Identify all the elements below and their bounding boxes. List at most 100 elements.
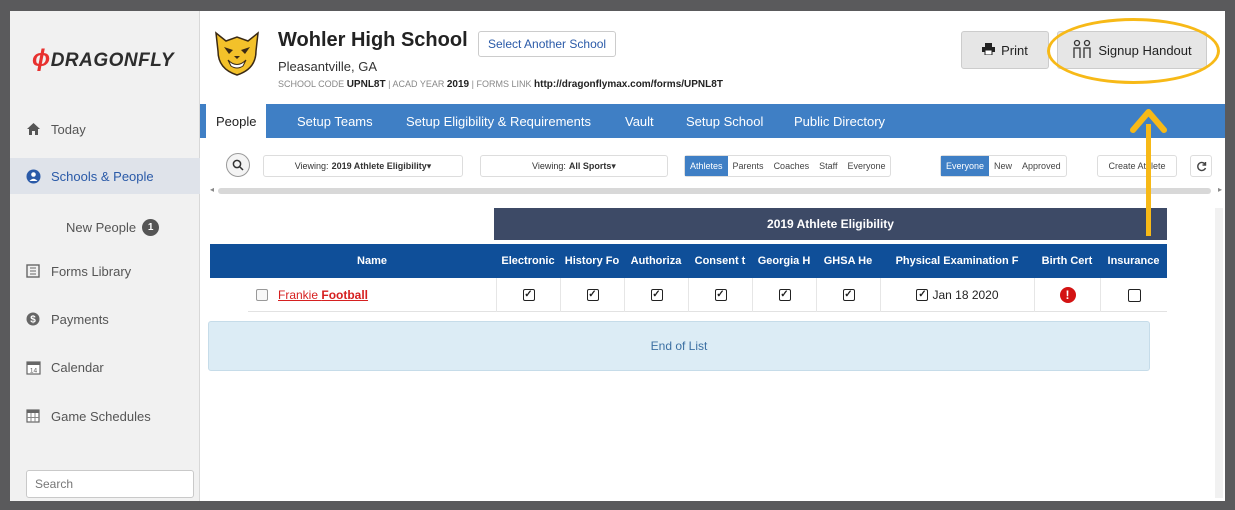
school-location: Pleasantville, GA — [278, 59, 377, 74]
school-meta-line: SCHOOL CODE UPNL8T | ACAD YEAR 2019 | FO… — [278, 79, 723, 90]
column-header-georgia[interactable]: Georgia H — [752, 244, 816, 278]
forms-link[interactable]: http://dragonflymax.com/forms/UPNL8T — [534, 79, 723, 90]
sidebar-item-game-schedules[interactable]: Game Schedules — [10, 398, 200, 434]
column-header-row: Name Electronic History Fo Authoriza Con… — [210, 244, 1167, 278]
svg-text:$: $ — [30, 315, 36, 326]
filter-everyone-status[interactable]: Everyone — [941, 156, 990, 176]
checked-box-icon: ✓ — [778, 289, 791, 301]
end-of-list-banner: End of List — [208, 321, 1150, 371]
tab-setup-school[interactable]: Setup School — [686, 104, 763, 138]
athlete-name-link[interactable]: Frankie Football — [278, 288, 368, 302]
refresh-icon[interactable] — [1190, 155, 1212, 177]
checked-box-icon: ✓ — [916, 289, 929, 301]
name-cell: Frankie Football — [248, 278, 496, 312]
sidebar: ϕDRAGONFLY Today Schools & People New Pe… — [10, 11, 200, 501]
printer-icon — [982, 42, 996, 58]
tab-public-directory[interactable]: Public Directory — [794, 104, 885, 138]
row-select-checkbox[interactable] — [256, 289, 268, 301]
insurance-cell[interactable] — [1100, 278, 1167, 312]
consent-cell[interactable]: ✓ — [688, 278, 752, 312]
filter-approved[interactable]: Approved — [1017, 156, 1066, 176]
column-header-physical[interactable]: Physical Examination F — [880, 244, 1034, 278]
new-people-count-badge: 1 — [142, 218, 160, 236]
checked-box-icon: ✓ — [586, 289, 599, 301]
main-tabs: People Setup Teams Setup Eligibility & R… — [200, 104, 1225, 138]
forms-icon — [25, 263, 41, 279]
column-header-history[interactable]: History Fo — [560, 244, 624, 278]
checked-box-icon: ✓ — [842, 289, 855, 301]
annotation-arrow-head — [1130, 109, 1167, 133]
sidebar-item-schools-people[interactable]: Schools & People — [10, 158, 200, 194]
sidebar-item-payments[interactable]: $ Payments — [10, 301, 200, 337]
school-code: UPNL8T — [346, 79, 386, 90]
tab-vault[interactable]: Vault — [625, 104, 654, 138]
sidebar-item-label: Today — [51, 121, 86, 137]
eligibility-view-dropdown[interactable]: Viewing: 2019 Athlete Eligibility ▾ — [263, 155, 463, 177]
physical-cell[interactable]: ✓ Jan 18 2020 — [880, 278, 1034, 312]
authorization-cell[interactable]: ✓ — [624, 278, 688, 312]
physical-date: Jan 18 2020 — [932, 288, 999, 302]
birth-cert-cell[interactable]: ! — [1034, 278, 1100, 312]
filter-parents[interactable]: Parents — [728, 156, 769, 176]
sidebar-item-label: Game Schedules — [51, 408, 151, 424]
tab-setup-teams[interactable]: Setup Teams — [297, 104, 373, 138]
column-header-name[interactable]: Name — [248, 244, 496, 278]
print-button[interactable]: Print — [961, 31, 1049, 69]
column-header-ghsa[interactable]: GHSA He — [816, 244, 880, 278]
vertical-scrollbar[interactable] — [1215, 208, 1223, 498]
sidebar-item-forms-library[interactable]: Forms Library — [10, 253, 200, 289]
column-header-consent[interactable]: Consent t — [688, 244, 752, 278]
column-header-authorization[interactable]: Authoriza — [624, 244, 688, 278]
horizontal-scrollbar[interactable]: ◂ ▸ — [210, 185, 1225, 195]
scroll-left-icon[interactable]: ◂ — [210, 185, 214, 194]
sidebar-item-today[interactable]: Today — [10, 111, 200, 147]
select-another-school-button[interactable]: Select Another School — [478, 31, 617, 57]
dragonfly-logo[interactable]: ϕDRAGONFLY — [32, 45, 174, 73]
tab-setup-eligibility[interactable]: Setup Eligibility & Requirements — [406, 104, 591, 138]
georgia-cell[interactable]: ✓ — [752, 278, 816, 312]
calendar-icon: 14 — [25, 359, 41, 375]
column-header-electronic[interactable]: Electronic — [496, 244, 560, 278]
table-row: Frankie Football ✓ ✓ ✓ ✓ ✓ ✓ ✓ Jan 18 20… — [248, 278, 1167, 312]
checked-box-icon: ✓ — [650, 289, 663, 301]
filter-new[interactable]: New — [989, 156, 1017, 176]
sidebar-search-input[interactable]: Search — [26, 470, 194, 498]
ghsa-cell[interactable]: ✓ — [816, 278, 880, 312]
people-grid: 2019 Athlete Eligibility Name Electronic… — [200, 198, 1225, 501]
electronic-cell[interactable]: ✓ — [496, 278, 560, 312]
column-header-insurance[interactable]: Insurance — [1100, 244, 1167, 278]
checked-box-icon: ✓ — [714, 289, 727, 301]
sidebar-item-new-people[interactable]: New People 1 — [10, 209, 200, 245]
people-toolbar: Viewing: 2019 Athlete Eligibility ▾ View… — [200, 138, 1225, 198]
app-window: ϕDRAGONFLY Today Schools & People New Pe… — [10, 11, 1225, 501]
highlight-ring — [1047, 18, 1220, 84]
filter-coaches[interactable]: Coaches — [769, 156, 815, 176]
scroll-right-icon[interactable]: ▸ — [1218, 185, 1222, 194]
school-header: Wohler High School Select Another School… — [200, 11, 1225, 104]
tab-people[interactable]: People — [206, 104, 267, 138]
dollar-icon: $ — [25, 311, 41, 327]
sports-view-dropdown[interactable]: Viewing: All Sports ▾ — [480, 155, 668, 177]
home-icon — [25, 121, 41, 137]
caret-down-icon: ▾ — [611, 160, 616, 171]
sidebar-item-calendar[interactable]: 14 Calendar — [10, 349, 200, 385]
schedule-icon — [25, 408, 41, 424]
sidebar-item-label: New People — [66, 219, 137, 235]
column-header-birth-cert[interactable]: Birth Cert — [1034, 244, 1100, 278]
filter-everyone-role[interactable]: Everyone — [842, 156, 890, 176]
history-cell[interactable]: ✓ — [560, 278, 624, 312]
sidebar-item-label: Schools & People — [51, 168, 154, 184]
checked-box-icon: ✓ — [522, 289, 535, 301]
acad-year: 2019 — [446, 79, 470, 90]
filter-athletes[interactable]: Athletes — [685, 156, 728, 176]
create-athlete-button[interactable]: Create Athlete — [1097, 155, 1177, 177]
unchecked-box-icon — [1127, 288, 1141, 302]
wildcat-mascot-icon — [212, 29, 262, 77]
school-name-title: Wohler High School — [278, 29, 468, 51]
role-filter-group: Athletes Parents Coaches Staff Everyone — [684, 155, 892, 177]
sidebar-item-label: Payments — [51, 311, 109, 327]
search-icon[interactable] — [226, 153, 250, 177]
user-circle-icon — [25, 168, 41, 184]
filter-staff[interactable]: Staff — [814, 156, 842, 176]
alert-icon: ! — [1059, 287, 1076, 303]
